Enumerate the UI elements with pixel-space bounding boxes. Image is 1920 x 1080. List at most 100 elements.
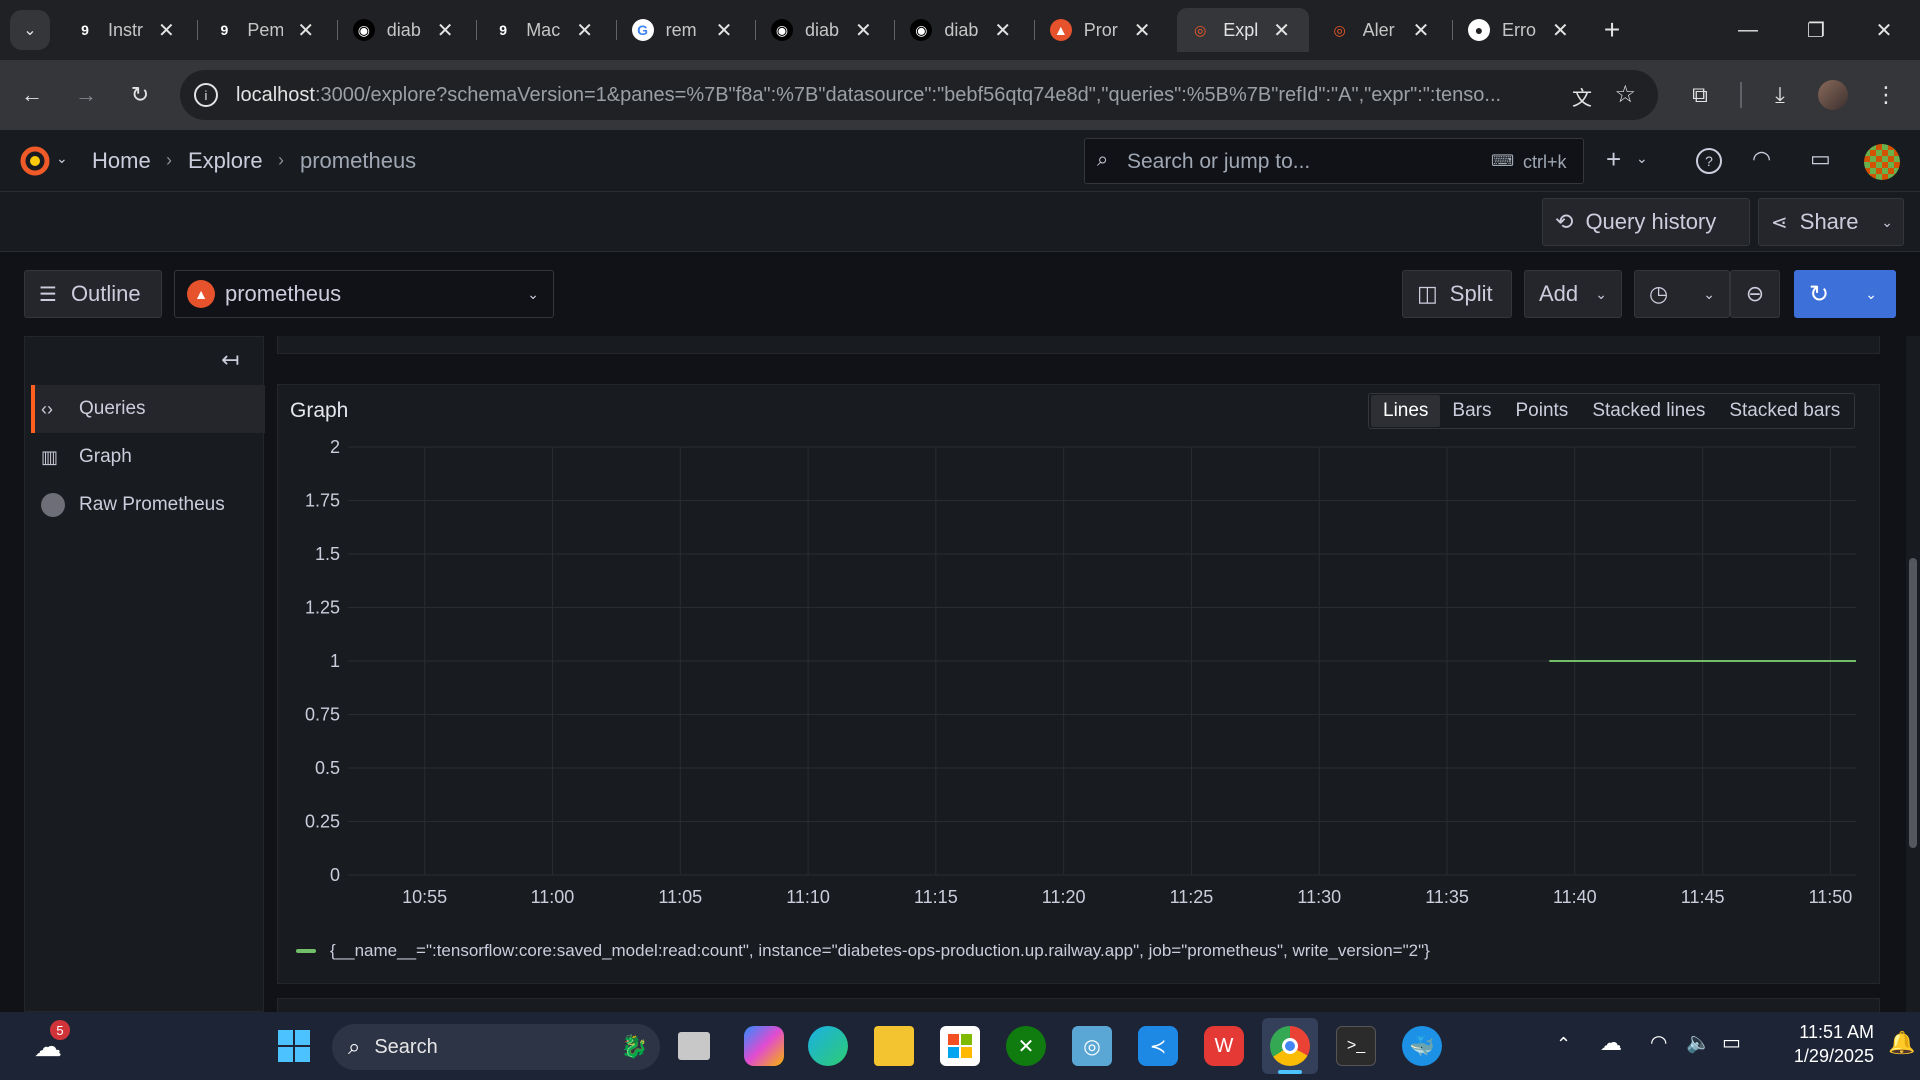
xbox-icon[interactable]: ✕ xyxy=(1006,1026,1046,1066)
microsoft-store-icon[interactable] xyxy=(940,1026,980,1066)
browser-tab[interactable]: ◉ diab ✕ xyxy=(759,8,890,52)
outline-item-graph[interactable]: ▥ Graph xyxy=(31,433,265,481)
download-icon[interactable]: ⤓ xyxy=(1760,75,1800,115)
reload-button[interactable]: ↻ xyxy=(120,75,160,115)
close-tab-icon[interactable]: ✕ xyxy=(297,18,314,43)
chevron-down-icon[interactable]: ⌄ xyxy=(1636,150,1648,167)
legend[interactable]: {__name__=":tensorflow:core:saved_model:… xyxy=(296,941,1430,961)
close-tab-icon[interactable]: ✕ xyxy=(855,18,872,43)
volume-icon[interactable]: 🔈 xyxy=(1686,1030,1711,1055)
close-tab-icon[interactable]: ✕ xyxy=(716,18,733,43)
split-label: Split xyxy=(1449,281,1493,306)
breadcrumb-explore[interactable]: Explore xyxy=(188,148,263,174)
edge-icon[interactable] xyxy=(808,1026,848,1066)
search-box[interactable]: ⌕ Search or jump to... ⌨ ctrl+k xyxy=(1084,138,1584,184)
site-info-icon[interactable]: i xyxy=(194,83,218,107)
browser-tab[interactable]: 9 Pem ✕ xyxy=(201,8,332,52)
viz-points-button[interactable]: Points xyxy=(1504,395,1581,427)
query-history-button[interactable]: ⟲ Query history xyxy=(1542,198,1750,246)
taskbar-search-box[interactable]: ⌕ Search 🐉 xyxy=(332,1024,660,1070)
close-tab-icon[interactable]: ✕ xyxy=(158,18,175,43)
close-tab-icon[interactable]: ✕ xyxy=(1413,18,1430,43)
forward-button[interactable]: → xyxy=(66,75,106,115)
outline-label: Outline xyxy=(70,281,141,306)
user-avatar[interactable] xyxy=(1864,144,1900,180)
close-window-button[interactable]: ✕ xyxy=(1856,10,1912,50)
grafana-logo[interactable] xyxy=(18,144,52,178)
close-tab-icon[interactable]: ✕ xyxy=(994,18,1011,43)
viz-lines-button[interactable]: Lines xyxy=(1371,395,1441,427)
browser-tab[interactable]: ◎ Aler ✕ xyxy=(1317,8,1448,52)
add-button[interactable]: Add ⌄ xyxy=(1524,270,1622,318)
copilot-icon[interactable] xyxy=(744,1026,784,1066)
close-tab-icon[interactable]: ✕ xyxy=(1552,18,1569,43)
dock-menu-icon[interactable]: ▭ xyxy=(1810,146,1831,172)
battery-icon[interactable]: ▭ xyxy=(1722,1030,1741,1055)
tab-search-button[interactable]: ⌄ xyxy=(10,10,50,50)
translate-icon[interactable]: 文 xyxy=(1572,82,1592,111)
viz-stacked-bars-button[interactable]: Stacked bars xyxy=(1717,395,1852,427)
outline-item-raw-prometheus[interactable]: Raw Prometheus xyxy=(31,481,265,529)
browser-tab[interactable]: ◉ diab ✕ xyxy=(898,8,1029,52)
outline-toggle-button[interactable]: ☰ Outline xyxy=(24,270,162,318)
close-tab-icon[interactable]: ✕ xyxy=(1134,18,1151,43)
browser-tab[interactable]: ▲ Pror ✕ xyxy=(1038,8,1169,52)
docker-icon[interactable]: 🐳 xyxy=(1402,1026,1442,1066)
time-series-chart[interactable]: 2 1.75 1.5 1.25 1 0.75 0.5 0.25 0 10:55 11:00 11:05… xyxy=(278,435,1878,915)
wps-office-icon[interactable]: W xyxy=(1204,1026,1244,1066)
restore-button[interactable]: ❐ xyxy=(1788,10,1844,50)
terminal-icon[interactable]: >_ xyxy=(1336,1026,1376,1066)
app-icon[interactable]: ◎ xyxy=(1072,1026,1112,1066)
new-tab-button[interactable]: + xyxy=(1594,12,1630,48)
task-view-icon[interactable] xyxy=(678,1032,710,1060)
chrome-icon[interactable] xyxy=(1270,1026,1310,1066)
bookmark-star-icon[interactable]: ☆ xyxy=(1614,80,1636,109)
browser-tab[interactable]: 9 Instr ✕ xyxy=(62,8,193,52)
y-tick-label: 1.25 xyxy=(305,598,340,618)
viz-bars-button[interactable]: Bars xyxy=(1440,395,1503,427)
vscode-icon[interactable]: ≺ xyxy=(1138,1026,1178,1066)
zoom-out-button[interactable]: ⊖ xyxy=(1730,270,1780,318)
browser-tab[interactable]: ◉ diab ✕ xyxy=(341,8,472,52)
close-tab-icon[interactable]: ✕ xyxy=(437,18,454,43)
browser-tab[interactable]: ● Erro ✕ xyxy=(1456,8,1587,52)
chevron-down-icon[interactable]: ⌄ xyxy=(56,150,68,167)
time-picker-button[interactable]: ◷ ⌄ xyxy=(1634,270,1730,318)
news-rss-icon[interactable]: ◠ xyxy=(1752,146,1771,172)
address-bar[interactable]: i localhost:3000/explore?schemaVersion=1… xyxy=(180,70,1658,120)
close-tab-icon[interactable]: ✕ xyxy=(576,18,593,43)
browser-tab[interactable]: ◎ Expl ✕ xyxy=(1177,8,1309,52)
close-tab-icon[interactable]: ✕ xyxy=(1273,18,1290,43)
browser-tab[interactable]: 9 Mac ✕ xyxy=(480,8,611,52)
run-query-button[interactable]: ↻ ⌄ xyxy=(1794,270,1896,318)
clock-time[interactable]: 11:51 AM xyxy=(1774,1022,1874,1043)
keyboard-icon: ⌨ xyxy=(1491,153,1515,170)
tab-separator xyxy=(197,20,199,40)
show-hidden-icons[interactable]: ⌃ xyxy=(1556,1034,1571,1055)
breadcrumb-home[interactable]: Home xyxy=(92,148,151,174)
wifi-icon[interactable]: ◠ xyxy=(1650,1030,1667,1055)
viz-stacked-lines-button[interactable]: Stacked lines xyxy=(1580,395,1717,427)
windows-start-icon[interactable] xyxy=(274,1026,314,1066)
page-scrollbar-thumb[interactable] xyxy=(1909,558,1917,848)
file-explorer-icon[interactable] xyxy=(874,1026,914,1066)
browser-tab[interactable]: Grem ✕ xyxy=(620,8,751,52)
onedrive-icon[interactable]: ☁ xyxy=(1600,1030,1622,1056)
globe-favicon-icon: ◉ xyxy=(910,19,933,41)
help-icon[interactable]: ? xyxy=(1696,148,1722,174)
clock-date[interactable]: 1/29/2025 xyxy=(1774,1046,1874,1067)
back-button[interactable]: ← xyxy=(12,75,52,115)
share-button[interactable]: ⋖ Share ⌄ xyxy=(1758,198,1904,246)
split-button[interactable]: ◫ Split xyxy=(1402,270,1512,318)
minimize-button[interactable]: — xyxy=(1720,10,1776,50)
outline-item-label: Queries xyxy=(79,398,146,419)
outline-item-queries[interactable]: ‹› Queries xyxy=(31,385,265,433)
browser-menu-icon[interactable]: ⋮ xyxy=(1866,75,1906,115)
datasource-picker[interactable]: ▲ prometheus ⌄ xyxy=(174,270,554,318)
collapse-outline-icon[interactable]: ↤ xyxy=(221,347,239,373)
extensions-icon[interactable]: ⧉ xyxy=(1680,75,1720,115)
notification-bell-icon[interactable]: 🔔 xyxy=(1888,1030,1915,1056)
profile-avatar[interactable] xyxy=(1818,80,1848,110)
globe-favicon-icon: ◉ xyxy=(352,19,375,41)
new-plus-icon[interactable]: + xyxy=(1606,144,1621,175)
